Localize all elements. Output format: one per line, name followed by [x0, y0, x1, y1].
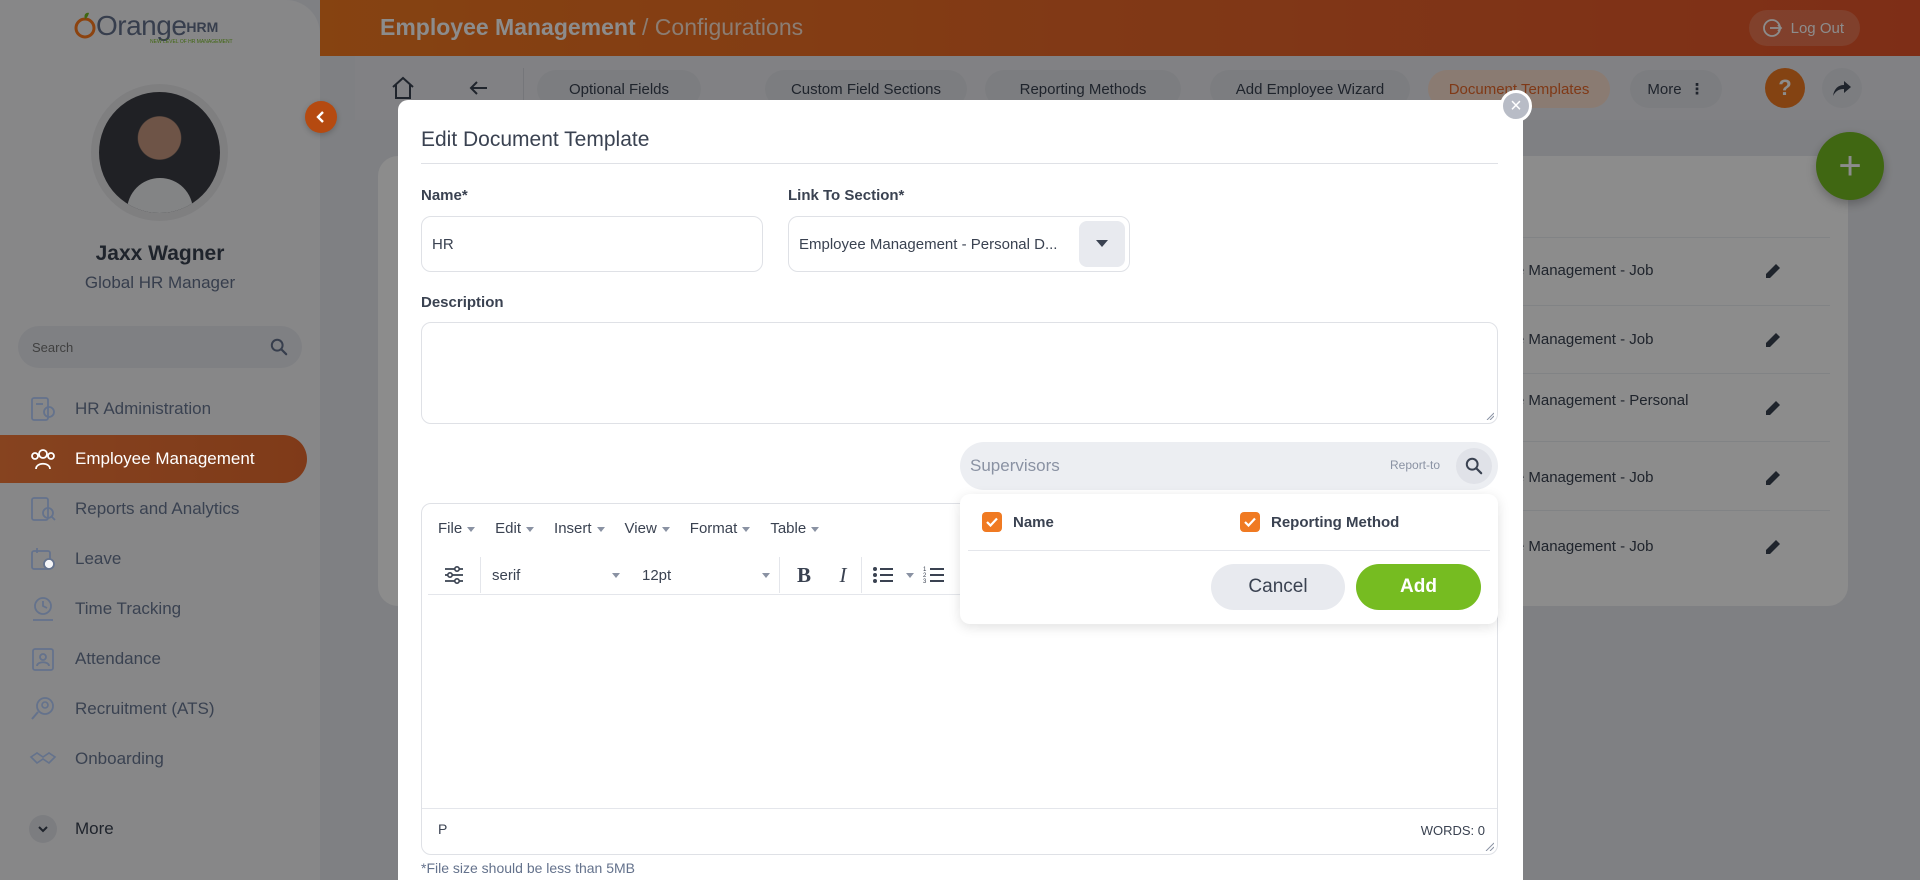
report-to-placeholder: Supervisors	[970, 456, 1060, 475]
editor-menu-view[interactable]: View	[625, 520, 670, 537]
name-field[interactable]: HR	[421, 216, 763, 272]
employees-icon	[31, 449, 55, 470]
editor-menu-label: Insert	[554, 520, 592, 537]
caret-down-icon[interactable]	[906, 573, 914, 578]
toolbar-separator	[861, 557, 862, 593]
toolbar-separator	[779, 557, 780, 593]
recruitment-icon	[31, 697, 54, 720]
time-icon	[33, 597, 53, 621]
sidebar-item-label: HR Administration	[75, 399, 212, 418]
onboarding-icon	[29, 752, 57, 765]
numbered-list-button[interactable]: 123	[922, 563, 946, 587]
modal-divider	[421, 163, 1498, 164]
caret-down-icon	[467, 527, 476, 532]
font-family-value: serif	[492, 566, 521, 584]
toolbar-settings-button[interactable]	[442, 563, 466, 587]
checkbox-checked-icon[interactable]	[1240, 512, 1260, 532]
caret-down-icon	[596, 527, 605, 532]
editor-menu-table[interactable]: Table	[770, 520, 820, 537]
dropdown-toggle[interactable]	[1079, 221, 1125, 267]
bold-button[interactable]: B	[792, 563, 816, 587]
checkbox-reporting-method[interactable]: Reporting Method	[1240, 512, 1399, 532]
font-family-select[interactable]: serif	[492, 561, 620, 589]
editor-menu-label: View	[624, 520, 657, 537]
report-to-search-button[interactable]	[1456, 448, 1492, 484]
sliders-icon	[445, 565, 463, 585]
leave-icon	[31, 548, 55, 570]
chevron-left-icon	[316, 111, 324, 123]
editor-menu-label: Format	[689, 520, 738, 537]
caret-down-icon	[1096, 240, 1108, 247]
caret-down-icon	[526, 527, 535, 532]
sidebar-item-label: Reports and Analytics	[75, 499, 240, 518]
report-to-search[interactable]: Supervisors Report-to	[960, 442, 1498, 490]
editor-menu-file[interactable]: File	[438, 520, 476, 537]
resize-handle-icon[interactable]	[1486, 412, 1494, 420]
sidebar-item-label: Recruitment (ATS)	[75, 699, 215, 718]
sidebar-item-label: Attendance	[75, 649, 162, 668]
bold-icon: B	[796, 562, 811, 587]
caret-down-icon	[661, 527, 670, 532]
caret-down-icon	[742, 527, 751, 532]
editor-content-area[interactable]	[422, 596, 1497, 808]
description-label: Description	[421, 294, 504, 311]
attendance-icon	[32, 648, 54, 671]
editor-menubar: File Edit Insert View Format Table	[438, 520, 839, 537]
font-size-value: 12pt	[642, 566, 672, 584]
toolbar-separator	[480, 557, 481, 593]
report-to-tag: Report-to	[1390, 458, 1441, 472]
checkbox-label: Name	[1013, 513, 1054, 531]
file-size-note: *File size should be less than 5MB	[421, 860, 635, 876]
close-icon: ×	[1510, 94, 1522, 117]
font-size-select[interactable]: 12pt	[642, 561, 770, 589]
editor-menu-edit[interactable]: Edit	[495, 520, 535, 537]
editor-menu-label: Edit	[495, 520, 522, 537]
collapse-sidebar-button[interactable]	[305, 101, 337, 133]
caret-down-icon	[811, 527, 820, 532]
hr-admin-icon	[31, 397, 55, 421]
sidebar-item-label: Employee Management	[75, 449, 255, 468]
editor-statusbar: P WORDS: 0	[422, 808, 1497, 854]
svg-text:3: 3	[923, 579, 927, 585]
description-textarea[interactable]	[421, 322, 1498, 424]
word-count[interactable]: WORDS: 0	[1421, 823, 1485, 838]
name-value: HR	[432, 235, 454, 253]
editor-menu-label: Table	[770, 520, 807, 537]
caret-down-icon	[612, 573, 620, 578]
report-to-columns-popover: Name Reporting Method Cancel Add	[960, 494, 1498, 624]
bullet-list-button[interactable]	[871, 563, 895, 587]
link-to-section-select[interactable]: Employee Management - Personal D...	[788, 216, 1130, 272]
reports-icon	[31, 497, 56, 521]
link-to-section-label: Link To Section*	[788, 187, 905, 204]
sidebar-item-label: Onboarding	[75, 749, 164, 768]
numbered-list-icon: 123	[923, 567, 944, 585]
caret-down-icon	[762, 573, 770, 578]
checkbox-name[interactable]: Name	[982, 512, 1054, 532]
cancel-button[interactable]: Cancel	[1211, 564, 1345, 610]
editor-menu-insert[interactable]: Insert	[554, 520, 605, 537]
sidebar-item-label: Leave	[75, 549, 122, 568]
close-modal-button[interactable]: ×	[1500, 90, 1532, 122]
bullet-list-icon	[873, 567, 893, 583]
sidebar-item-label: Time Tracking	[75, 599, 182, 618]
search-icon	[1465, 457, 1483, 475]
editor-menu-label: File	[438, 520, 463, 537]
add-button[interactable]: Add	[1356, 564, 1481, 610]
element-path[interactable]: P	[438, 821, 447, 837]
editor-menu-format[interactable]: Format	[690, 520, 751, 537]
checkbox-label: Reporting Method	[1271, 513, 1400, 531]
checkbox-checked-icon[interactable]	[982, 512, 1002, 532]
edit-document-template-modal: Edit Document Template Name* HR Link To …	[398, 100, 1523, 880]
link-to-section-value: Employee Management - Personal D...	[799, 235, 1058, 253]
italic-button[interactable]: I	[831, 563, 855, 587]
resize-handle-icon[interactable]	[1484, 841, 1494, 851]
modal-title: Edit Document Template	[421, 128, 650, 151]
popover-divider	[968, 550, 1490, 551]
italic-icon: I	[839, 562, 847, 587]
name-label: Name*	[421, 187, 468, 204]
